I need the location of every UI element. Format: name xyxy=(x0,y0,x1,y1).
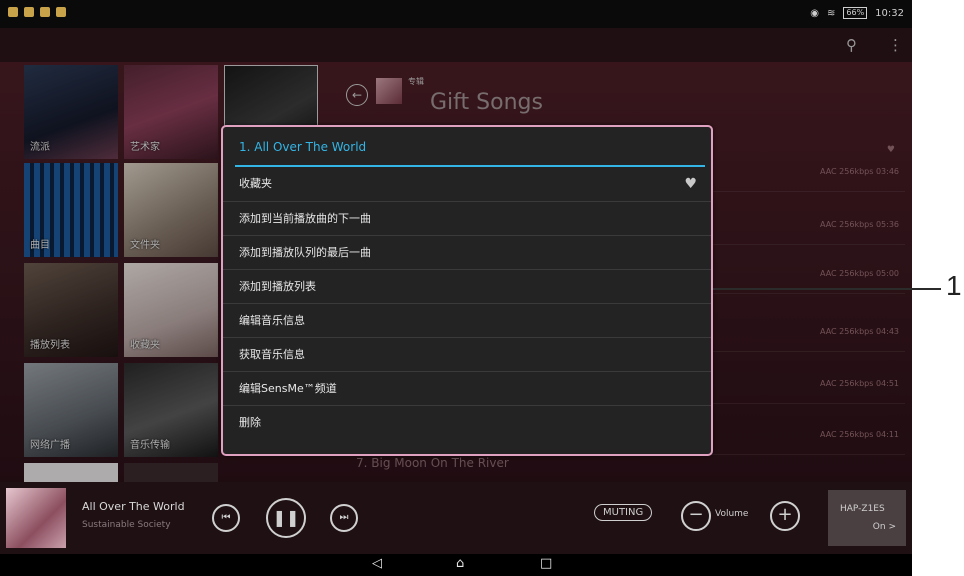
device-status: On > xyxy=(872,522,896,532)
player-bar: All Over The World Sustainable Society ⏮… xyxy=(0,482,912,554)
menu-item-label: 编辑SensMe™频道 xyxy=(239,382,337,395)
volume-down-icon[interactable]: − xyxy=(681,501,711,531)
menu-item-add-to-playlist[interactable]: 添加到播放列表 xyxy=(223,269,711,303)
battery-indicator: 66% xyxy=(843,7,868,19)
muting-button[interactable]: MUTING xyxy=(594,504,653,521)
next-icon[interactable]: ⏭ xyxy=(330,504,358,532)
navigation-bar: ◁ ⌂ □ xyxy=(0,554,912,576)
menu-item-label: 删除 xyxy=(239,416,261,429)
nav-back-icon[interactable]: ◁ xyxy=(372,556,382,571)
menu-item-label: 添加到播放列表 xyxy=(239,280,316,293)
device-button[interactable]: HAP-Z1ES On > xyxy=(828,490,906,546)
clock: 10:32 xyxy=(875,7,904,19)
menu-item-label: 获取音乐信息 xyxy=(239,348,305,361)
menu-item-add-to-queue-end[interactable]: 添加到播放队列的最后一曲 xyxy=(223,235,711,269)
heart-icon[interactable]: ♥ xyxy=(684,167,697,201)
menu-item-label: 添加到当前播放曲的下一曲 xyxy=(239,212,371,225)
prev-icon[interactable]: ⏮ xyxy=(212,504,240,532)
status-bar: ◉ ≋ 66% 10:32 xyxy=(0,0,912,28)
pause-icon[interactable]: ❚❚ xyxy=(266,498,306,538)
now-playing-title: All Over The World xyxy=(82,500,185,513)
context-menu: 1. All Over The World 收藏夹 ♥ 添加到当前播放曲的下一曲… xyxy=(221,125,713,456)
menu-item-edit-sensme[interactable]: 编辑SensMe™频道 xyxy=(223,371,711,405)
nav-recents-icon[interactable]: □ xyxy=(540,556,552,571)
menu-item-play-next[interactable]: 添加到当前播放曲的下一曲 xyxy=(223,201,711,235)
nav-home-icon[interactable]: ⌂ xyxy=(456,556,464,571)
now-playing-artwork[interactable] xyxy=(6,488,66,548)
device-name: HAP-Z1ES xyxy=(840,504,885,514)
callout-line xyxy=(713,288,941,290)
menu-item-favorites[interactable]: 收藏夹 ♥ xyxy=(223,167,711,201)
notification-icons xyxy=(8,7,66,17)
menu-item-label: 添加到播放队列的最后一曲 xyxy=(239,246,371,259)
context-menu-title: 1. All Over The World xyxy=(223,127,711,167)
menu-item-label: 收藏夹 xyxy=(239,177,272,190)
vibrate-icon: ◉ xyxy=(810,7,819,19)
menu-item-edit-info[interactable]: 编辑音乐信息 xyxy=(223,303,711,337)
wifi-icon: ≋ xyxy=(827,7,836,19)
menu-item-get-info[interactable]: 获取音乐信息 xyxy=(223,337,711,371)
menu-item-delete[interactable]: 删除 xyxy=(223,405,711,439)
volume-label: Volume xyxy=(715,509,749,519)
volume-up-icon[interactable]: + xyxy=(770,501,800,531)
menu-item-label: 编辑音乐信息 xyxy=(239,314,305,327)
now-playing-artist: Sustainable Society xyxy=(82,520,171,530)
callout-number: 1 xyxy=(946,270,962,301)
